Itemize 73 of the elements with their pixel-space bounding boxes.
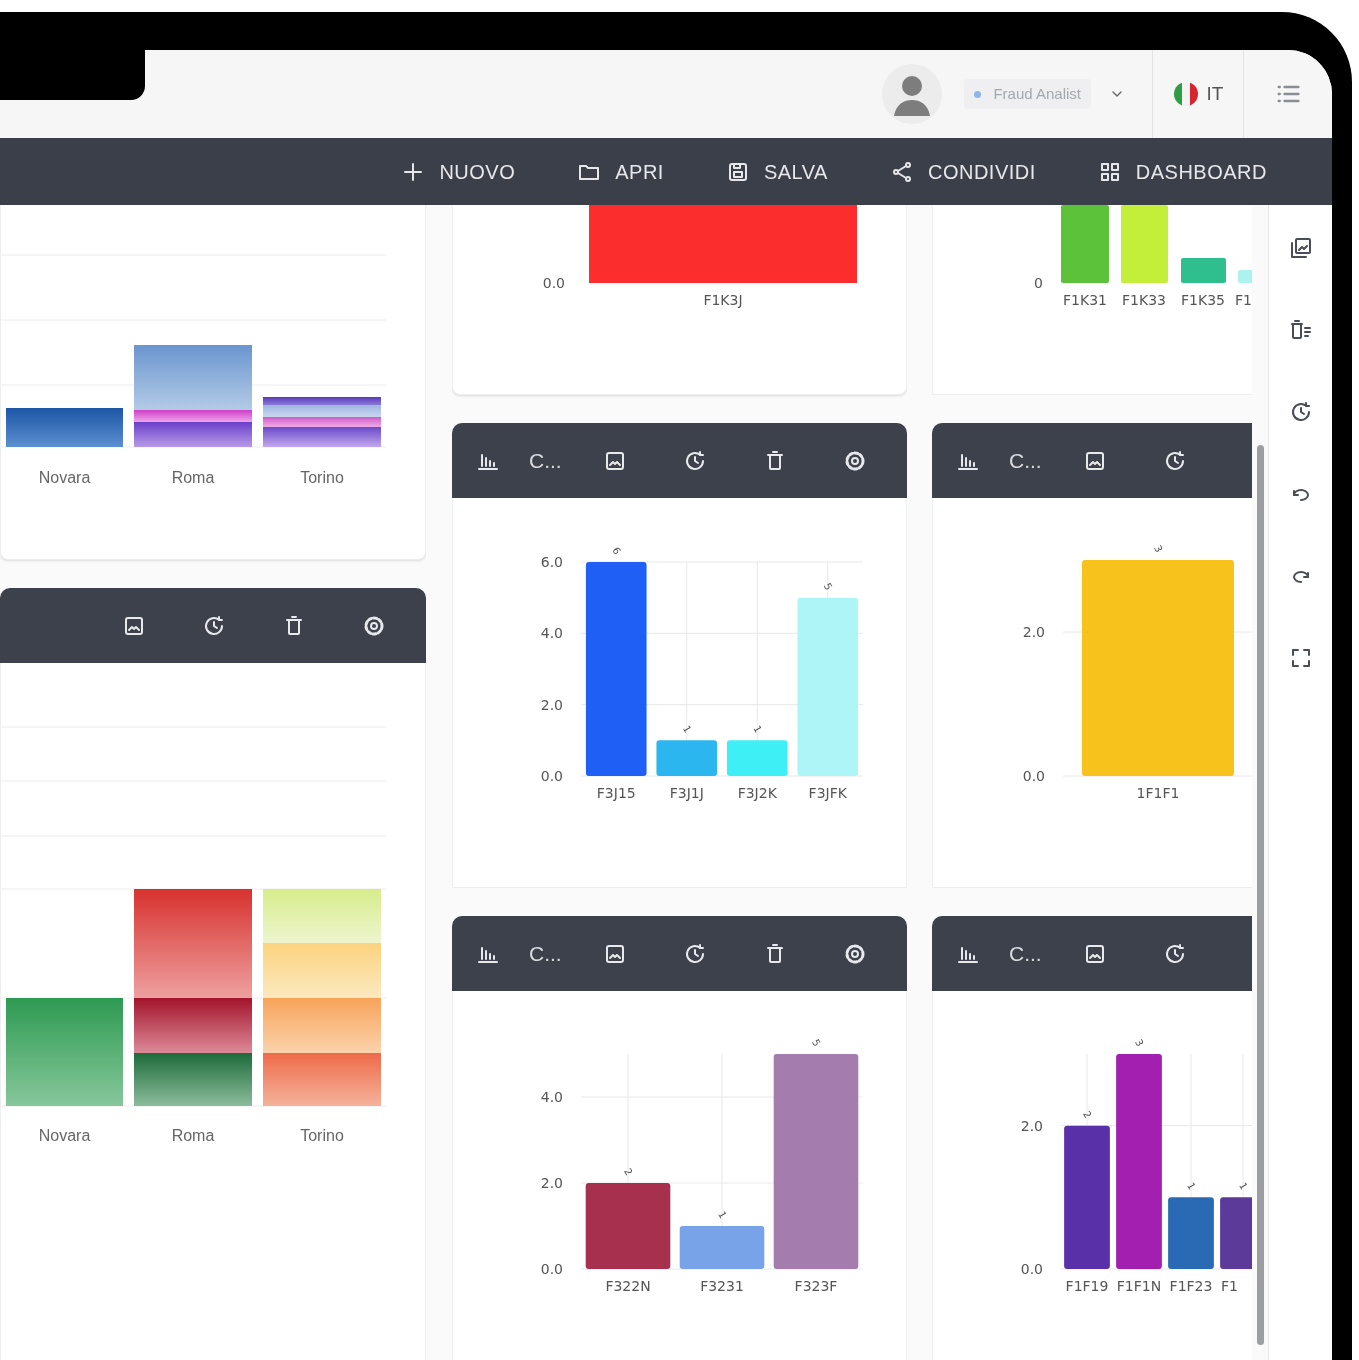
role-text: Fraud Analist bbox=[993, 83, 1081, 104]
widget-title: C... bbox=[1009, 447, 1043, 474]
toolbar-button[interactable]: SALVA bbox=[725, 156, 828, 187]
gallery-icon[interactable] bbox=[1288, 236, 1313, 260]
refresh-icon[interactable] bbox=[1163, 941, 1187, 966]
toolbar-button[interactable]: NUOVO bbox=[401, 156, 516, 187]
axis-label: F323F bbox=[794, 1278, 838, 1294]
axis-tick-label: 0.0 bbox=[542, 275, 565, 291]
axis-label: F1K35 bbox=[1181, 292, 1225, 308]
axis-tick-label: 0.0 bbox=[540, 1261, 563, 1277]
data-label: 3 bbox=[1133, 1037, 1146, 1049]
axis-label: Torino bbox=[300, 469, 344, 486]
data-label: 2 bbox=[622, 1166, 635, 1178]
axis-label: Roma bbox=[171, 469, 215, 486]
toolbar-button[interactable]: APRI bbox=[577, 156, 664, 187]
axis-label: Novara bbox=[38, 469, 91, 486]
axis-tick-label: 0.0 bbox=[540, 768, 563, 784]
axis-label: F3JFK bbox=[808, 785, 847, 801]
axis-label: F1F23 bbox=[1169, 1278, 1213, 1294]
axis-tick-label: 0.0 bbox=[1020, 1261, 1043, 1277]
axis-tick-label: 2.0 bbox=[540, 696, 563, 713]
axis-label: F3J1J bbox=[669, 785, 704, 801]
data-label: 6 bbox=[610, 545, 624, 557]
data-label: 1 bbox=[1237, 1180, 1250, 1192]
axis-tick-label: 2.0 bbox=[540, 1175, 563, 1191]
axis-label: F1F1N bbox=[1116, 1278, 1162, 1294]
axis-tick-label: 2.0 bbox=[1020, 1117, 1043, 1134]
widget-title: C... bbox=[529, 940, 563, 967]
axis-label: F3J15 bbox=[596, 785, 636, 801]
widget-title: C... bbox=[529, 447, 563, 474]
axis-label: F322N bbox=[605, 1278, 651, 1294]
avatar[interactable] bbox=[882, 64, 943, 124]
language-label[interactable]: IT bbox=[1206, 79, 1224, 109]
bar bbox=[656, 740, 718, 776]
axis-label: F3231 bbox=[700, 1278, 744, 1294]
axis-label: F1K31 bbox=[1063, 292, 1107, 308]
data-label: 1 bbox=[1185, 1180, 1198, 1192]
refresh-icon[interactable] bbox=[683, 448, 707, 473]
axis-label: F1K3J bbox=[703, 292, 743, 308]
axis-tick-label: 6.0 bbox=[540, 554, 563, 570]
data-label: 5 bbox=[821, 580, 835, 592]
axis-tick-label: 0 bbox=[1034, 275, 1043, 291]
scrollbar-thumb[interactable] bbox=[1256, 445, 1264, 1345]
axis-label: Roma bbox=[171, 1127, 215, 1144]
bar bbox=[1220, 1197, 1252, 1269]
axis-tick-label: 4.0 bbox=[540, 1089, 563, 1105]
bar bbox=[1168, 1197, 1214, 1269]
refresh-icon[interactable] bbox=[683, 941, 707, 966]
axis-tick-label: 2.0 bbox=[1022, 624, 1045, 640]
refresh-icon[interactable] bbox=[1163, 448, 1187, 473]
axis-label: F3J2K bbox=[737, 785, 777, 801]
axis-label: F1 bbox=[1221, 1278, 1238, 1294]
axis-label: F1K33 bbox=[1122, 292, 1166, 308]
data-label: 2 bbox=[1081, 1108, 1094, 1120]
flag-icon bbox=[1172, 81, 1199, 107]
axis-label: Novara bbox=[38, 1127, 91, 1144]
axis-tick-label: 0.0 bbox=[1022, 768, 1045, 784]
bar bbox=[726, 740, 788, 776]
data-label: 1 bbox=[680, 723, 694, 735]
axis-label: 1F1F1 bbox=[1136, 785, 1180, 801]
axis-label: F1 bbox=[1235, 292, 1252, 308]
data-label: 3 bbox=[1152, 543, 1165, 555]
axis-tick-label: 4.0 bbox=[540, 625, 563, 642]
toolbar-button[interactable]: DASHBOARD bbox=[1097, 156, 1267, 187]
toolbar-button[interactable]: CONDIVIDI bbox=[889, 156, 1036, 187]
data-label: 1 bbox=[716, 1209, 729, 1221]
data-label: 1 bbox=[751, 723, 765, 735]
axis-label: Torino bbox=[300, 1127, 344, 1144]
axis-label: F1F19 bbox=[1065, 1278, 1109, 1294]
trash-list-icon[interactable] bbox=[1288, 318, 1313, 342]
data-label: 5 bbox=[810, 1037, 823, 1049]
widget-title: C... bbox=[1009, 940, 1043, 967]
refresh-icon[interactable] bbox=[202, 613, 226, 638]
